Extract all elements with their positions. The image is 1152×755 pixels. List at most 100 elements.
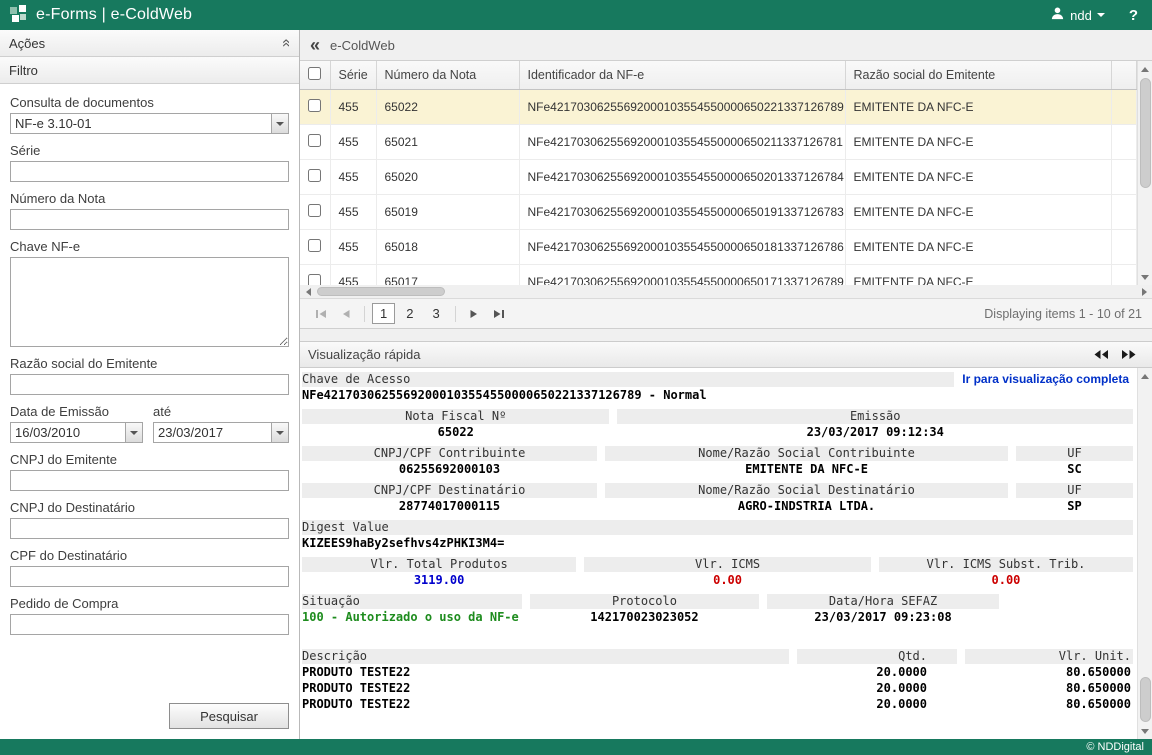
tab-ecoldweb[interactable]: e-ColdWeb — [330, 38, 395, 53]
cell-numero: 65022 — [376, 89, 519, 124]
scrollbar-thumb[interactable] — [1140, 677, 1151, 722]
row-checkbox[interactable] — [308, 134, 321, 147]
calendar-dropdown-icon[interactable] — [271, 423, 288, 442]
cell-serie: 455 — [330, 124, 376, 159]
grid-vertical-scrollbar[interactable] — [1137, 61, 1152, 285]
chave-nfe-textarea[interactable] — [10, 257, 289, 347]
cell-identificador: NFe4217030625569200010355455000065017133… — [519, 264, 845, 285]
full-view-link[interactable]: Ir para visualização completa — [962, 372, 1133, 387]
cell-numero: 65019 — [376, 194, 519, 229]
cnpj-contribuinte-value: 06255692000103 — [302, 462, 597, 477]
calendar-dropdown-icon[interactable] — [125, 423, 142, 442]
collapse-sidebar-icon[interactable]: « — [310, 36, 320, 54]
page-button-3[interactable]: 3 — [424, 303, 447, 324]
cnpj-destinatario-label: CNPJ do Destinatário — [10, 500, 289, 515]
cnpj-destinatario-input[interactable] — [10, 518, 289, 539]
filtro-panel-header[interactable]: Filtro — [0, 57, 299, 84]
next-record-button[interactable] — [1119, 347, 1138, 362]
select-all-checkbox[interactable] — [308, 67, 321, 80]
pedido-compra-input[interactable] — [10, 614, 289, 635]
app-logo-icon — [10, 5, 28, 26]
vlr-total-label: Vlr. Total Produtos — [302, 557, 576, 572]
column-header-numero[interactable]: Número da Nota — [376, 61, 519, 89]
grid-header-row: Série Número da Nota Identificador da NF… — [300, 61, 1137, 89]
scroll-up-icon[interactable] — [1138, 368, 1152, 383]
situacao-label: Situação — [302, 594, 522, 609]
sefaz-label: Data/Hora SEFAZ — [767, 594, 1000, 609]
vlr-icms-value: 0.00 — [584, 573, 871, 588]
produto-vlr: 80.650000 — [965, 665, 1133, 680]
cell-razao: EMITENTE DA NFC-E — [845, 159, 1111, 194]
first-page-button[interactable] — [310, 303, 332, 325]
protocolo-label: Protocolo — [530, 594, 759, 609]
serie-input[interactable] — [10, 161, 289, 182]
cell-razao: EMITENTE DA NFC-E — [845, 89, 1111, 124]
user-menu[interactable]: ndd — [1050, 6, 1105, 24]
cnpj-contribuinte-label: CNPJ/CPF Contribuinte — [302, 446, 597, 461]
cnpj-emitente-input[interactable] — [10, 470, 289, 491]
quickview-header: Visualização rápida — [300, 342, 1152, 368]
help-button[interactable]: ? — [1129, 7, 1138, 24]
quickview-content: Chave de Acesso Ir para visualização com… — [300, 368, 1137, 739]
column-header-identificador[interactable]: Identificador da NF-e — [519, 61, 845, 89]
row-checkbox[interactable] — [308, 99, 321, 112]
quickview-title: Visualização rápida — [308, 347, 421, 362]
numero-nota-input[interactable] — [10, 209, 289, 230]
quickview-panel: Visualização rápida Chave de Acesso — [300, 341, 1152, 739]
quickview-vertical-scrollbar[interactable] — [1137, 368, 1152, 739]
cpf-destinatario-input[interactable] — [10, 566, 289, 587]
table-row[interactable]: 455 65019 NFe421703062556920001035545500… — [300, 194, 1137, 229]
ate-label: até — [153, 404, 289, 419]
row-checkbox[interactable] — [308, 204, 321, 217]
consulta-dropdown-value: NF-e 3.10-01 — [10, 113, 289, 134]
table-row[interactable]: 455 65020 NFe421703062556920001035545500… — [300, 159, 1137, 194]
page-button-1[interactable]: 1 — [372, 303, 395, 324]
uf-destinatario-value: SP — [1016, 499, 1133, 514]
data-fim-picker[interactable]: 23/03/2017 — [153, 422, 289, 443]
column-header-razao[interactable]: Razão social do Emitente — [845, 61, 1111, 89]
acoes-panel-header[interactable]: Ações » — [0, 30, 299, 57]
vlr-icms-label: Vlr. ICMS — [584, 557, 871, 572]
pesquisar-button[interactable]: Pesquisar — [169, 703, 289, 729]
table-row[interactable]: 455 65018 NFe421703062556920001035545500… — [300, 229, 1137, 264]
column-header-filler — [1111, 61, 1137, 89]
produto-qtd-header: Qtd. — [797, 649, 957, 664]
uf-label: UF — [1016, 446, 1133, 461]
filter-sidebar: Ações » Filtro Consulta de documentos NF… — [0, 30, 300, 739]
next-page-button[interactable] — [463, 303, 485, 325]
table-row[interactable]: 455 65017 NFe421703062556920001035545500… — [300, 264, 1137, 285]
cell-serie: 455 — [330, 264, 376, 285]
collapse-up-icon[interactable]: » — [280, 39, 292, 47]
cell-serie: 455 — [330, 89, 376, 124]
scroll-right-icon[interactable] — [1137, 284, 1152, 299]
cell-numero: 65017 — [376, 264, 519, 285]
column-header-serie[interactable]: Série — [330, 61, 376, 89]
grid-horizontal-scrollbar[interactable] — [300, 285, 1152, 298]
consulta-dropdown[interactable]: NF-e 3.10-01 — [10, 113, 289, 134]
emissao-label: Emissão — [617, 409, 1133, 424]
produto-vlr: 80.650000 — [965, 697, 1133, 712]
page-button-2[interactable]: 2 — [398, 303, 421, 324]
last-page-button[interactable] — [488, 303, 510, 325]
cpf-destinatario-label: CPF do Destinatário — [10, 548, 289, 563]
scrollbar-thumb[interactable] — [317, 287, 445, 296]
dropdown-arrow-icon[interactable] — [271, 114, 288, 133]
scroll-down-icon[interactable] — [1138, 724, 1152, 739]
previous-record-button[interactable] — [1092, 347, 1111, 362]
row-checkbox[interactable] — [308, 239, 321, 252]
row-checkbox[interactable] — [308, 169, 321, 182]
consulta-label: Consulta de documentos — [10, 95, 289, 110]
scrollbar-thumb[interactable] — [1140, 78, 1151, 188]
pagination-bar: 1 2 3 Displaying items 1 - 10 of 21 — [300, 298, 1152, 329]
data-inicio-picker[interactable]: 16/03/2010 — [10, 422, 143, 443]
copyright-text: © NDDigital — [1086, 741, 1144, 753]
cnpj-destinatario-label: CNPJ/CPF Destinatário — [302, 483, 597, 498]
prev-page-button[interactable] — [335, 303, 357, 325]
table-row[interactable]: 455 65022 NFe421703062556920001035545500… — [300, 89, 1137, 124]
scroll-down-icon[interactable] — [1138, 270, 1152, 285]
scroll-left-icon[interactable] — [300, 284, 315, 299]
razao-emitente-input[interactable] — [10, 374, 289, 395]
cell-numero: 65021 — [376, 124, 519, 159]
scroll-up-icon[interactable] — [1138, 61, 1152, 76]
table-row[interactable]: 455 65021 NFe421703062556920001035545500… — [300, 124, 1137, 159]
